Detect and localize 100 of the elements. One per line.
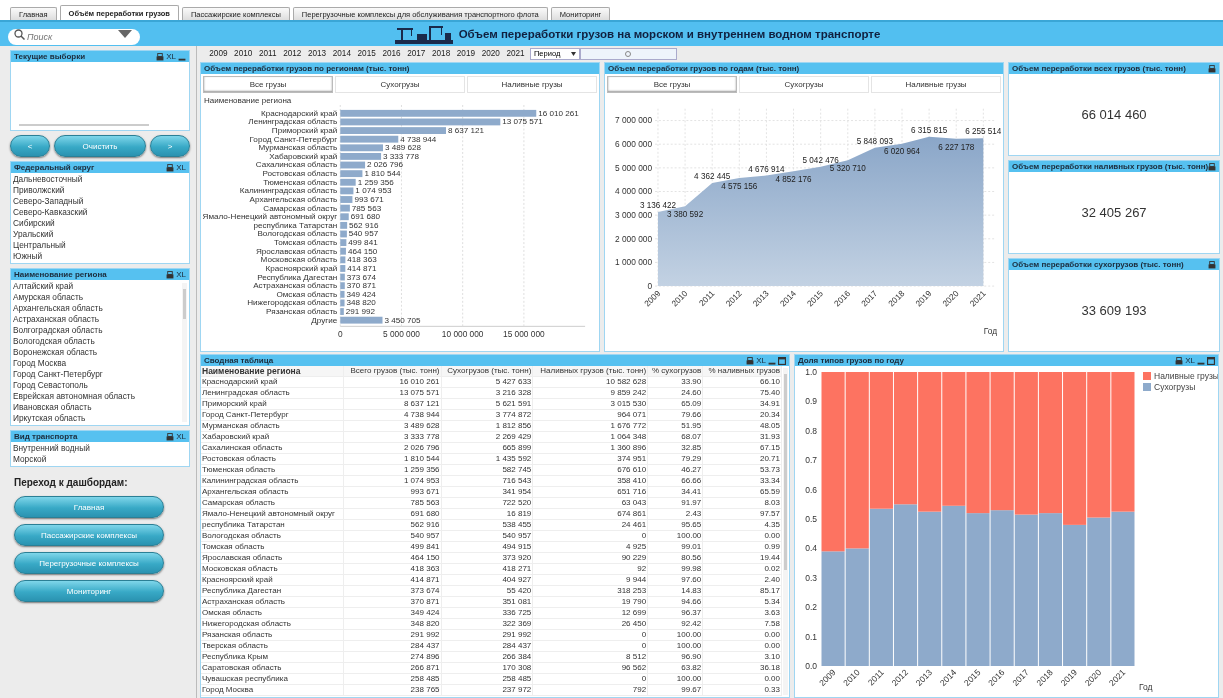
caret-icon[interactable] xyxy=(118,30,132,39)
table-cell: 48.05 xyxy=(702,420,782,432)
list-item[interactable]: Уральский xyxy=(13,229,187,240)
export-button[interactable]: XL xyxy=(176,432,186,441)
year-filter[interactable]: 2010 xyxy=(230,49,256,58)
table-cell: 16 819 xyxy=(441,508,533,520)
chart-tab[interactable]: Сухогрузы xyxy=(335,76,465,93)
print-icon[interactable] xyxy=(166,163,175,172)
table-cell: 318 253 xyxy=(532,585,648,597)
tick-label: 0.7 xyxy=(805,455,817,466)
column-header[interactable]: Всего грузов (тыс. тонн) xyxy=(343,366,442,377)
chart-tab[interactable]: Все грузы xyxy=(203,76,333,93)
table-cell: 55 420 xyxy=(441,585,533,597)
chart-tab[interactable]: Наливные грузы xyxy=(467,76,597,93)
table-cell: 36.18 xyxy=(702,662,782,674)
table-cell: 31.93 xyxy=(702,431,782,443)
table-cell: 46.27 xyxy=(647,464,703,476)
list-item[interactable]: Центральный xyxy=(13,240,187,251)
table-cell: 9 944 xyxy=(532,574,648,586)
table-cell: 100.00 xyxy=(647,629,703,641)
panel-title: Объем переработки всех грузов (тыс. тонн) xyxy=(1012,64,1186,73)
table-cell: 100.00 xyxy=(647,530,703,542)
column-header[interactable]: Сухогрузов (тыс. тонн) xyxy=(441,366,533,377)
table-cell: 14.83 xyxy=(647,585,703,597)
year-filter[interactable]: 2014 xyxy=(329,49,355,58)
list-item[interactable]: Алтайский край xyxy=(13,281,178,292)
year-filter[interactable]: 2011 xyxy=(255,49,280,58)
print-icon[interactable] xyxy=(1208,260,1217,269)
tick-label: 0 xyxy=(337,329,343,340)
column-header[interactable]: Наливных грузов (тыс. тонн) xyxy=(532,366,648,377)
list-item[interactable]: Южный xyxy=(13,251,187,262)
list-item[interactable]: Город Севастополь xyxy=(13,380,178,391)
tick-label: 0.6 xyxy=(805,484,817,495)
table-cell: Красноярский край xyxy=(201,574,344,586)
table-cell: 1 810 544 xyxy=(343,453,442,465)
table-cell: 494 915 xyxy=(441,541,533,553)
list-item[interactable]: Северо-Кавказский xyxy=(13,207,187,218)
print-icon[interactable] xyxy=(1208,64,1217,73)
list-item[interactable]: Амурская область xyxy=(13,292,178,303)
list-item[interactable]: Город Москва xyxy=(13,358,178,369)
print-icon[interactable] xyxy=(166,270,175,279)
chart-tab[interactable]: Наливные грузы xyxy=(871,76,1001,93)
chart-tab[interactable]: Все грузы xyxy=(607,76,737,93)
print-icon[interactable] xyxy=(1175,356,1184,365)
print-icon[interactable] xyxy=(166,432,175,441)
list-item[interactable]: Внутренний водный xyxy=(13,443,187,454)
export-button[interactable]: XL xyxy=(166,52,176,61)
year-filter[interactable]: 2013 xyxy=(304,49,330,58)
export-button[interactable]: XL xyxy=(756,356,766,365)
year-filter[interactable]: 2012 xyxy=(279,49,305,58)
print-icon[interactable] xyxy=(746,356,755,365)
table-cell: 79.66 xyxy=(647,409,703,421)
column-header[interactable]: Наименование региона xyxy=(201,366,344,377)
list-item[interactable]: Город Санкт-Петербург xyxy=(13,369,178,380)
list-item[interactable]: Астраханская область xyxy=(13,314,178,325)
export-button[interactable]: XL xyxy=(176,270,186,279)
list-item[interactable]: Ивановская область xyxy=(13,402,178,413)
table-cell: 97.57 xyxy=(702,508,782,520)
table-cell: республика Татарстан xyxy=(201,519,344,531)
table-cell: Ямало-Ненецкий автономный округ xyxy=(201,508,344,520)
print-icon[interactable] xyxy=(156,52,165,61)
maximize-icon[interactable] xyxy=(778,356,786,365)
export-button[interactable]: XL xyxy=(1185,356,1195,365)
list-item[interactable]: Морской xyxy=(13,454,187,465)
column-header[interactable]: % наливных грузов xyxy=(702,366,782,377)
year-filter[interactable]: 2018 xyxy=(428,49,454,58)
scrollbar[interactable] xyxy=(783,368,788,695)
table-cell: 33.34 xyxy=(702,475,782,487)
export-button[interactable]: XL xyxy=(176,163,186,172)
table-cell: 9 859 242 xyxy=(532,387,648,399)
list-item[interactable]: Архангельская область xyxy=(13,303,178,314)
maximize-icon[interactable] xyxy=(1207,356,1215,365)
table-cell: 5 427 633 xyxy=(441,376,533,388)
list-item[interactable]: Северо-Западный xyxy=(13,196,187,207)
tick-label: 5 000 000 xyxy=(615,162,653,173)
search-field[interactable]: Поиск xyxy=(8,29,140,45)
chart-tab[interactable]: Сухогрузы xyxy=(739,76,869,93)
print-icon[interactable] xyxy=(1208,162,1217,171)
list-item[interactable]: Иркутская область xyxy=(13,413,178,424)
list-item[interactable]: Приволжский xyxy=(13,185,187,196)
year-filter[interactable]: 2019 xyxy=(453,49,479,58)
list-item[interactable]: Дальневосточный xyxy=(13,174,187,185)
year-filter[interactable]: 2021 xyxy=(503,49,528,58)
range-slider[interactable] xyxy=(579,47,677,60)
year-filter[interactable]: 2009 xyxy=(206,49,231,58)
year-filter[interactable]: 2020 xyxy=(478,49,504,58)
list-item[interactable]: Воронежская область xyxy=(13,347,178,358)
column-header[interactable]: % сухогрузов xyxy=(647,366,703,377)
year-filter[interactable]: 2015 xyxy=(354,49,380,58)
scrollbar[interactable] xyxy=(19,124,149,126)
list-item[interactable]: Волгоградская область xyxy=(13,325,178,336)
list-item[interactable]: Сибирский xyxy=(13,218,187,229)
list-item[interactable]: Вологодская область xyxy=(13,336,178,347)
year-filter[interactable]: 2016 xyxy=(379,49,404,58)
table-cell: 2.43 xyxy=(647,508,703,520)
year-filter[interactable]: 2017 xyxy=(403,49,429,58)
scrollbar[interactable] xyxy=(182,283,187,422)
table-cell: 2.40 xyxy=(702,574,782,586)
list-item[interactable]: Еврейская автономная область xyxy=(13,391,178,402)
search-icon xyxy=(14,28,25,40)
